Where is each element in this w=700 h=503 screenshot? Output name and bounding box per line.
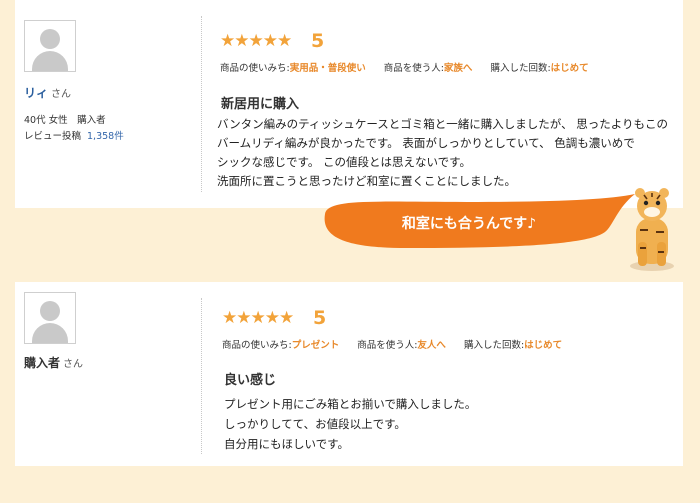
- rating-score: 5: [313, 307, 327, 329]
- tiger-figurine-icon: [630, 188, 674, 271]
- avatar: [24, 292, 76, 344]
- review-attributes: 商品の使いみち:実用品・普段使い 商品を使う人:家族へ 購入した回数:はじめて: [220, 60, 589, 74]
- review-card: 購入者 さん ★★★★★ 5 商品の使いみち:プレゼント 商品を使う人:友人へ 購入し…: [15, 282, 683, 466]
- times-value: はじめて: [524, 340, 563, 351]
- review-body-line: バームリディ編みが良かったです。 表面がしっかりとしていて、 色調も濃いめで: [217, 136, 635, 150]
- column-divider: [201, 16, 202, 192]
- honorific: さん: [51, 89, 72, 100]
- review-body: プレゼント用にごみ箱とお揃いで購入しました。 しっかりしてて、お値段以上です。 …: [224, 394, 476, 454]
- honorific: さん: [63, 359, 84, 370]
- user-value: 家族へ: [443, 63, 473, 74]
- review-count-label: レビュー投稿: [24, 131, 82, 142]
- reviewer-name[interactable]: リィ: [24, 86, 48, 100]
- rating-score: 5: [311, 30, 325, 52]
- user-label: 商品を使う人:: [357, 340, 418, 351]
- avatar-head: [40, 301, 60, 321]
- usage-value: プレゼント: [291, 340, 340, 351]
- usage-label: 商品の使いみち:: [220, 63, 290, 74]
- user-value: 友人へ: [417, 340, 446, 351]
- callout-bubble: 和室にも合うんです♪: [324, 194, 635, 248]
- review-attributes: 商品の使いみち:プレゼント 商品を使う人:友人へ 購入した回数:はじめて: [222, 337, 562, 351]
- avatar-head: [40, 29, 60, 49]
- times-value: はじめて: [550, 63, 589, 74]
- times-label: 購入した回数:: [463, 340, 525, 351]
- reviewer-name-line: 購入者 さん: [24, 354, 83, 371]
- reviewer-meta: 40代 女性 購入者 レビュー投稿 1,358件: [24, 113, 124, 145]
- column-divider: [201, 298, 202, 454]
- review-body-line: プレゼント用にごみ箱とお揃いで購入しました。: [224, 397, 477, 411]
- avatar-body: [32, 51, 68, 71]
- usage-value: 実用品・普段使い: [289, 63, 366, 74]
- reviewer-name-line: リィ さん: [24, 84, 71, 101]
- review-body: バンタン編みのティッシュケースとゴミ箱と一緒に購入しましたが、 思ったよりもこの…: [217, 115, 668, 191]
- star-rating: ★★★★★: [220, 31, 292, 51]
- review-body-line: 洗面所に置こうと思ったけど和室に置くことにしました。: [217, 174, 516, 188]
- review-body-line: バンタン編みのティッシュケースとゴミ箱と一緒に購入しましたが、 思ったよりもこの: [217, 117, 669, 131]
- user-label: 商品を使う人:: [383, 63, 444, 74]
- times-label: 購入した回数:: [490, 63, 551, 74]
- reviewer-name: 購入者: [24, 356, 61, 370]
- reviewer-demographic: 40代 女性 購入者: [24, 115, 106, 126]
- review-card: リィ さん 40代 女性 購入者 レビュー投稿 1,358件 ★★★★★ 5 商品の…: [15, 0, 683, 208]
- callout-text: 和室にも合うんです♪: [402, 215, 536, 232]
- review-body-line: しっかりしてて、お値段以上です。: [224, 417, 406, 431]
- review-title: 良い感じ: [224, 373, 277, 388]
- avatar: [24, 20, 76, 72]
- usage-label: 商品の使いみち:: [222, 340, 292, 351]
- star-rating: ★★★★★: [222, 308, 294, 328]
- review-title: 新居用に購入: [221, 97, 300, 112]
- review-body-line: 自分用にもほしいです。: [224, 437, 350, 451]
- review-body-line: シックな感じです。 この値段とは思えないです。: [217, 155, 472, 169]
- review-count-line: レビュー投稿 1,358件: [24, 129, 124, 145]
- review-count-link[interactable]: 1,358件: [87, 131, 124, 142]
- avatar-body: [32, 323, 68, 343]
